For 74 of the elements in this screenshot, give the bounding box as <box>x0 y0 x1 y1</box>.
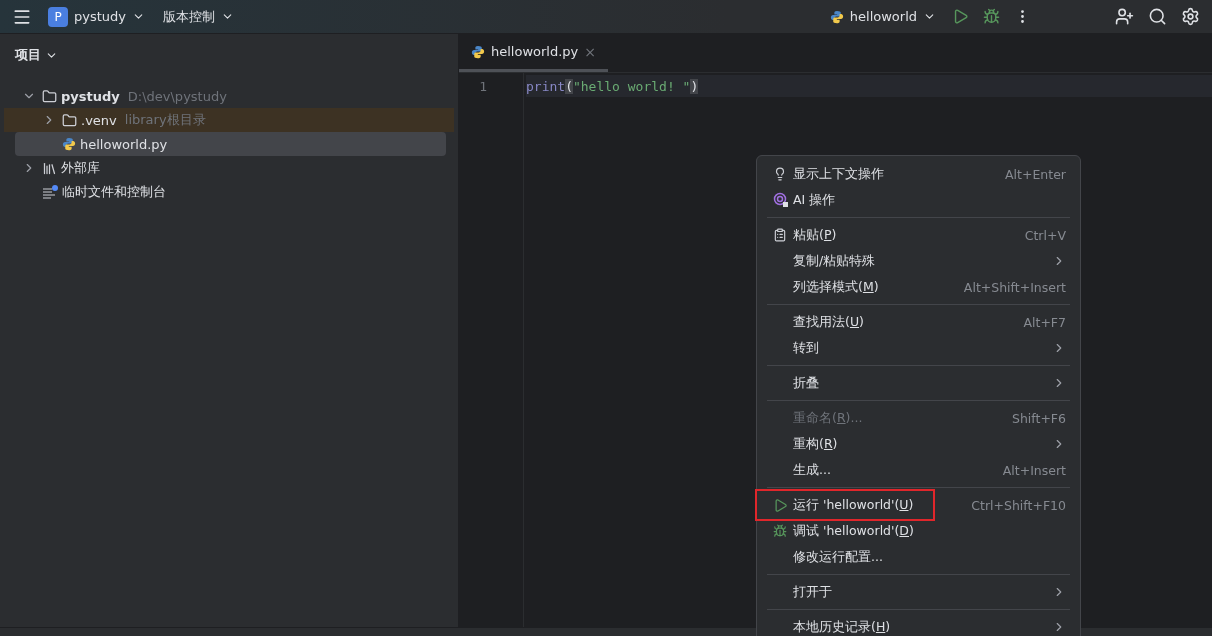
editor-tab[interactable]: helloworld.py × <box>459 34 609 72</box>
debug-icon <box>773 524 787 538</box>
menu-item[interactable]: 运行 'helloworld'(U) Ctrl+Shift+F10 <box>757 492 1080 518</box>
menu-item-label: AI 操作 <box>793 191 837 209</box>
menu-item[interactable]: 重构(R) <box>757 431 1080 457</box>
library-icon <box>42 160 57 176</box>
tree-item-label: .venv <box>81 112 117 128</box>
ai-spiral-icon <box>773 192 789 208</box>
menu-item[interactable]: 打开于 <box>757 579 1080 605</box>
menu-item-label: 折叠 <box>793 374 820 392</box>
menu-item-label: 列选择模式(M) <box>793 278 880 296</box>
tree-row[interactable]: pystudy D:\dev\pystudy <box>4 84 454 108</box>
shortcut-label: Ctrl+V <box>1024 227 1066 243</box>
shortcut-label: Alt+Shift+Insert <box>963 279 1066 295</box>
project-letter-icon: P <box>48 6 68 27</box>
run-config-selector[interactable]: helloworld <box>825 7 940 26</box>
project-name: pystudy <box>74 9 126 24</box>
shortcut-label: Alt+Enter <box>1005 166 1066 182</box>
menu-item-label: 调试 'helloworld'(D) <box>793 522 915 540</box>
python-file-icon <box>471 44 485 59</box>
menu-item[interactable]: 复制/粘贴特殊 <box>757 248 1080 274</box>
menu-item-label: 修改运行配置... <box>793 548 884 566</box>
vcs-selector[interactable]: 版本控制 <box>159 5 238 28</box>
shortcut-label: Ctrl+Shift+F10 <box>971 497 1066 513</box>
path-hint: library根目录 <box>124 111 206 129</box>
project-panel-title[interactable]: 项目 <box>0 42 458 68</box>
excluded-folder-row[interactable]: .venv library根目录 <box>4 108 454 132</box>
menu-item-label: 重构(R) <box>793 435 839 453</box>
menu-item-label: 粘贴(P) <box>793 226 838 244</box>
tree-item-label: helloworld.py <box>80 136 168 152</box>
vcs-label: 版本控制 <box>163 7 215 26</box>
menu-item[interactable]: 生成... Alt+Insert <box>757 457 1080 483</box>
tree-item-label: 临时文件和控制台 <box>62 183 166 201</box>
tree-row[interactable]: helloworld.py <box>15 132 446 156</box>
menu-item-label: 转到 <box>793 339 820 357</box>
shortcut-label: Alt+Insert <box>1002 462 1066 478</box>
menu-item-label: 打开于 <box>793 583 833 601</box>
folder-icon <box>42 88 57 104</box>
menu-item-label: 显示上下文操作 <box>793 165 885 183</box>
tree-row[interactable]: 临时文件和控制台 <box>4 180 454 204</box>
run-config-name: helloworld <box>849 9 917 24</box>
folder-icon <box>62 112 77 128</box>
scratch-list-icon <box>42 184 58 200</box>
tree-item-label: 外部库 <box>61 159 100 177</box>
menu-item[interactable]: 列选择模式(M) Alt+Shift+Insert <box>757 274 1080 300</box>
menu-item[interactable]: 显示上下文操作 Alt+Enter <box>757 161 1080 187</box>
menu-item[interactable]: 本地历史记录(H) <box>757 614 1080 636</box>
clipboard-icon <box>773 228 787 242</box>
menu-item[interactable]: 调试 'helloworld'(D) <box>757 518 1080 544</box>
menu-item[interactable]: 查找用法(U) Alt+F7 <box>757 309 1080 335</box>
tab-label: helloworld.py <box>491 44 579 59</box>
menu-item-label: 查找用法(U) <box>793 313 865 331</box>
run-icon <box>773 497 788 513</box>
tree-row[interactable]: 外部库 <box>4 156 454 180</box>
line-number: 1 <box>478 77 488 96</box>
menu-item[interactable]: 粘贴(P) Ctrl+V <box>757 222 1080 248</box>
shortcut-label: Shift+F6 <box>1011 410 1066 426</box>
python-file-icon <box>829 9 844 24</box>
menu-item[interactable]: 折叠 <box>757 370 1080 396</box>
tree-item-label: pystudy <box>61 88 120 104</box>
python-file-icon <box>62 137 76 151</box>
menu-item-label: 重命名(R)... <box>793 409 864 427</box>
menu-item[interactable]: 修改运行配置... <box>757 544 1080 570</box>
menu-item-label: 本地历史记录(H) <box>793 618 892 636</box>
path-hint: D:\dev\pystudy <box>127 88 227 104</box>
shortcut-label: Alt+F7 <box>1023 314 1066 330</box>
menu-item-label: 运行 'helloworld'(U) <box>793 496 915 514</box>
menu-item[interactable]: AI 操作 <box>757 187 1080 213</box>
project-selector[interactable]: P pystudy <box>44 4 149 29</box>
menu-item-label: 复制/粘贴特殊 <box>793 252 877 270</box>
lightbulb-icon <box>773 167 787 181</box>
menu-item[interactable]: 转到 <box>757 335 1080 361</box>
menu-item-label: 生成... <box>793 461 832 479</box>
close-icon[interactable]: × <box>584 43 597 60</box>
